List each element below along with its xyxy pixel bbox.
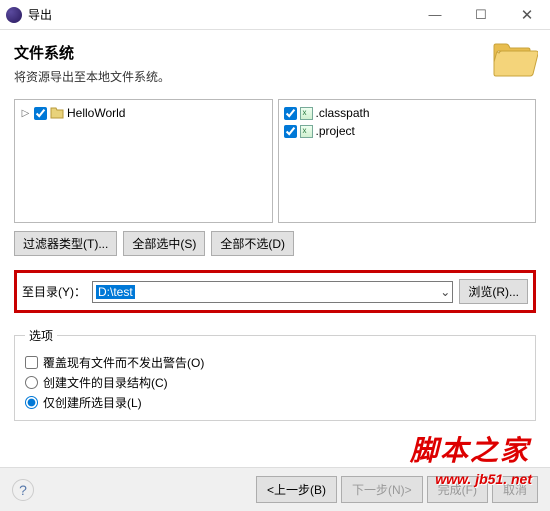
options-group: 选项 覆盖现有文件而不发出警告(O) 创建文件的目录结构(C) 仅创建所选目录(… xyxy=(14,327,536,421)
options-legend: 选项 xyxy=(25,327,57,344)
filter-types-button[interactable]: 过滤器类型(T)... xyxy=(14,231,117,256)
create-structure-option[interactable]: 创建文件的目录结构(C) xyxy=(25,372,525,392)
destination-combo[interactable]: D:\test ⌄ xyxy=(92,281,453,303)
file-tree[interactable]: x .classpath x .project xyxy=(278,99,537,223)
window-title: 导出 xyxy=(28,6,412,23)
create-structure-label: 创建文件的目录结构(C) xyxy=(43,374,168,391)
node-label: HelloWorld xyxy=(67,106,125,120)
resource-tree[interactable]: ▷ HelloWorld xyxy=(14,99,273,223)
cancel-button[interactable]: 取消 xyxy=(492,476,538,503)
page-subtitle: 将资源导出至本地文件系统。 xyxy=(14,68,536,85)
tree-node[interactable]: ▷ HelloWorld xyxy=(17,104,270,122)
file-checkbox[interactable] xyxy=(284,125,297,138)
file-node[interactable]: x .project xyxy=(281,122,534,140)
eclipse-icon xyxy=(6,7,22,23)
destination-label: 至目录(Y)： xyxy=(22,283,86,300)
titlebar: 导出 — ☐ ✕ xyxy=(0,0,550,30)
destination-value: D:\test xyxy=(96,285,135,299)
file-node[interactable]: x .classpath xyxy=(281,104,534,122)
overwrite-checkbox[interactable] xyxy=(25,356,38,369)
file-label: .project xyxy=(316,124,355,138)
file-checkbox[interactable] xyxy=(284,107,297,120)
create-structure-radio[interactable] xyxy=(25,376,38,389)
help-button[interactable]: ? xyxy=(12,479,34,501)
node-checkbox[interactable] xyxy=(34,107,47,120)
finish-button[interactable]: 完成(F) xyxy=(427,476,488,503)
selection-actions: 过滤器类型(T)... 全部选中(S) 全部不选(D) xyxy=(14,231,536,256)
minimize-button[interactable]: — xyxy=(412,0,458,29)
xml-file-icon: x xyxy=(300,107,313,120)
project-icon xyxy=(50,106,64,120)
chevron-down-icon[interactable]: ⌄ xyxy=(440,285,450,299)
back-button[interactable]: <上一步(B) xyxy=(256,476,337,503)
wizard-header: 文件系统 将资源导出至本地文件系统。 xyxy=(0,30,550,99)
next-button[interactable]: 下一步(N)> xyxy=(341,476,423,503)
create-selected-radio[interactable] xyxy=(25,396,38,409)
create-selected-option[interactable]: 仅创建所选目录(L) xyxy=(25,392,525,412)
destination-row: 至目录(Y)： D:\test ⌄ 浏览(R)... xyxy=(14,270,536,313)
folder-icon xyxy=(492,38,538,78)
select-all-button[interactable]: 全部选中(S) xyxy=(123,231,205,256)
expand-icon[interactable]: ▷ xyxy=(20,108,31,119)
xml-file-icon: x xyxy=(300,125,313,138)
wizard-footer: ? <上一步(B) 下一步(N)> 完成(F) 取消 xyxy=(0,467,550,511)
overwrite-label: 覆盖现有文件而不发出警告(O) xyxy=(43,354,204,371)
file-label: .classpath xyxy=(316,106,370,120)
overwrite-option[interactable]: 覆盖现有文件而不发出警告(O) xyxy=(25,352,525,372)
close-button[interactable]: ✕ xyxy=(504,0,550,29)
maximize-button[interactable]: ☐ xyxy=(458,0,504,29)
browse-button[interactable]: 浏览(R)... xyxy=(459,279,528,304)
page-title: 文件系统 xyxy=(14,42,536,63)
deselect-all-button[interactable]: 全部不选(D) xyxy=(211,231,294,256)
create-selected-label: 仅创建所选目录(L) xyxy=(43,394,142,411)
watermark-text: 脚本之家 xyxy=(410,429,530,469)
